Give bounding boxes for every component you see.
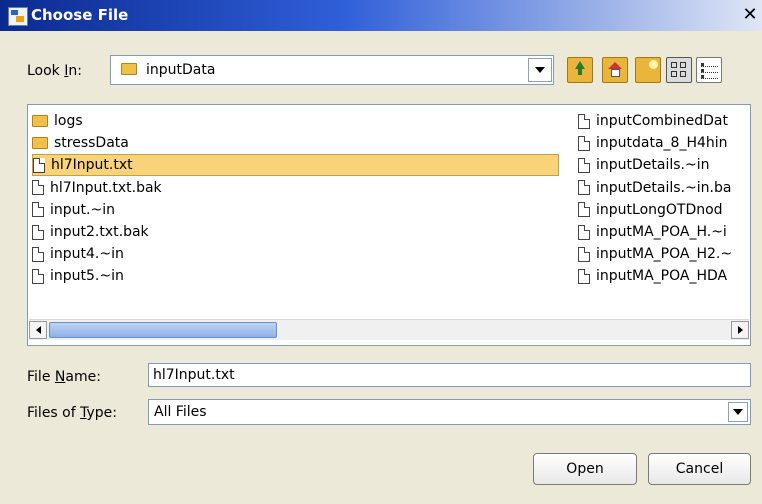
folder-icon [32,137,48,150]
list-item[interactable]: inputCombinedDat [578,110,750,132]
list-item-label: inputCombinedDat [596,113,728,129]
list-item[interactable]: logs [32,110,332,132]
file-icon [578,224,590,240]
chevron-down-icon[interactable] [728,402,748,422]
list-view-icon[interactable] [666,57,692,83]
file-icon [578,268,590,284]
file-name-input[interactable] [148,363,751,387]
file-icon [32,246,44,262]
list-item[interactable]: inputDetails.~in.ba [578,177,750,199]
up-one-level-icon[interactable] [567,57,593,83]
list-item-label: inputDetails.~in [596,157,710,174]
list-item-label: inputMA_POA_HDA [596,268,728,285]
cancel-button[interactable]: Cancel [648,453,751,485]
list-item[interactable]: hl7Input.txt [32,154,559,177]
list-item[interactable]: hl7Input.txt.bak [32,177,332,199]
scroll-thumb[interactable] [49,322,277,338]
look-in-value: inputData [146,62,216,78]
look-in-label: Look In: [27,63,82,79]
list-item[interactable]: inputDetails.~in [578,154,750,176]
file-type-value: All Files [154,404,207,420]
file-icon [32,224,44,240]
list-item-label: hl7Input.txt.bak [50,179,162,196]
file-list[interactable]: logs stressData hl7Input.txt hl7Input.txt.b… [27,104,751,346]
file-icon [578,157,590,173]
close-icon[interactable]: ✕ [740,4,760,26]
list-item[interactable]: stressData [32,132,332,154]
scroll-right-icon[interactable] [731,321,749,339]
list-item[interactable]: input2.txt.bak [32,221,332,243]
file-icon [33,157,45,173]
details-view-icon[interactable] [696,57,722,83]
chevron-down-icon[interactable] [528,58,552,82]
list-item-label: input.~in [50,201,115,218]
list-item-label: input5.~in [50,268,124,285]
list-item-label: inputMA_POA_H.~i [596,224,727,240]
file-icon [578,135,590,151]
list-item-label: stressData [54,135,129,152]
list-item[interactable]: inputMA_POA_H2.~ [578,243,750,265]
scroll-left-icon[interactable] [29,321,47,339]
folder-icon [121,63,137,75]
file-icon [578,202,590,218]
list-item-label: inputdata_8_H4hin [596,135,728,152]
home-folder-icon[interactable] [602,57,628,83]
title-bar[interactable]: Choose File ✕ [0,0,762,31]
list-item[interactable]: inputMA_POA_H.~i [578,221,750,243]
list-item[interactable]: inputdata_8_H4hin [578,132,750,154]
file-icon [32,180,44,196]
list-item[interactable]: inputLongOTDnod [578,199,750,221]
horizontal-scrollbar[interactable] [29,319,749,340]
list-item-label: input2.txt.bak [50,224,149,240]
list-item-label: logs [54,113,83,129]
file-icon [578,180,590,196]
list-item-label: inputDetails.~in.ba [596,179,732,196]
file-name-label: File Name: [27,369,101,385]
list-item[interactable]: input.~in [32,199,332,221]
list-item[interactable]: inputMA_POA_HDA [578,265,750,287]
list-item[interactable]: input4.~in [32,243,332,265]
list-item-label: hl7Input.txt [51,157,133,174]
file-icon [32,202,44,218]
file-icon [578,246,590,262]
look-in-combo[interactable]: inputData [110,55,554,85]
new-folder-icon[interactable] [635,57,661,83]
folder-icon [32,115,48,127]
list-item-label: inputMA_POA_H2.~ [596,246,733,263]
file-type-label: Files of Type: [27,405,118,421]
window-title: Choose File [31,6,129,24]
list-item-label: inputLongOTDnod [596,201,723,218]
app-icon [8,7,28,26]
list-item-label: input4.~in [50,246,124,263]
file-type-select[interactable]: All Files [148,399,751,425]
file-icon [578,113,590,129]
file-icon [32,268,44,284]
open-button[interactable]: Open [533,453,637,485]
list-item[interactable]: input5.~in [32,265,332,287]
